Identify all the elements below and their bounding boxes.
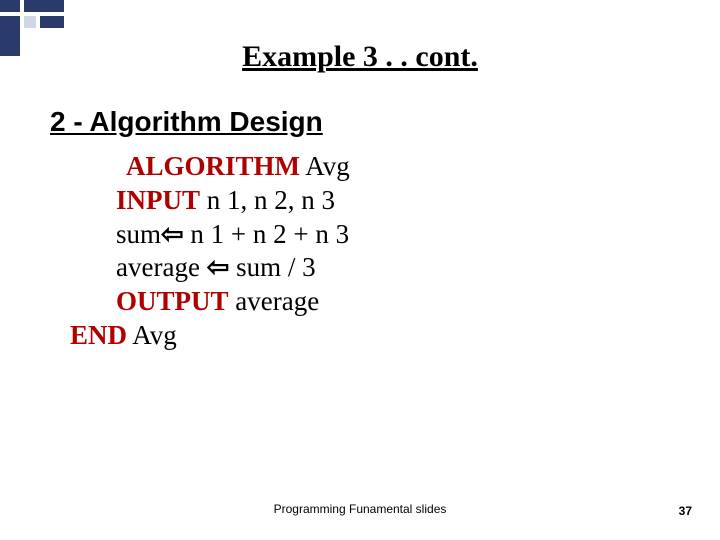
- algo-line-average: average ⇦ sum / 3: [70, 251, 350, 285]
- assign-arrow-icon: ⇦: [207, 252, 230, 282]
- input-vars: n 1, n 2, n 3: [207, 185, 335, 215]
- output-expr: average: [235, 286, 319, 316]
- avg-lhs: average: [116, 252, 200, 282]
- algo-line-input: INPUT n 1, n 2, n 3: [70, 184, 350, 218]
- page-number: 37: [679, 504, 692, 518]
- sum-lhs: sum: [116, 219, 161, 249]
- keyword-input: INPUT: [116, 185, 200, 215]
- sum-rhs: n 1 + n 2 + n 3: [190, 219, 349, 249]
- algo-line-end: END Avg: [70, 319, 350, 353]
- keyword-output: OUTPUT: [116, 286, 229, 316]
- algo-line-header: ALGORITHM Avg: [70, 150, 350, 184]
- slide: Example 3 . . cont. 2 - Algorithm Design…: [0, 0, 720, 540]
- algo-line-sum: sum⇦ n 1 + n 2 + n 3: [70, 218, 350, 252]
- keyword-algorithm: ALGORITHM: [126, 151, 300, 181]
- algo-name: Avg: [305, 151, 350, 181]
- section-heading: 2 - Algorithm Design: [50, 106, 323, 138]
- algo-name-end: Avg: [132, 320, 177, 350]
- keyword-end: END: [70, 320, 127, 350]
- slide-title: Example 3 . . cont.: [0, 40, 720, 74]
- footer-text: Programming Funamental slides: [0, 502, 720, 516]
- avg-rhs: sum / 3: [236, 252, 316, 282]
- algorithm-block: ALGORITHM Avg INPUT n 1, n 2, n 3 sum⇦ n…: [70, 150, 350, 353]
- algo-line-output: OUTPUT average: [70, 285, 350, 319]
- assign-arrow-icon: ⇦: [161, 219, 184, 249]
